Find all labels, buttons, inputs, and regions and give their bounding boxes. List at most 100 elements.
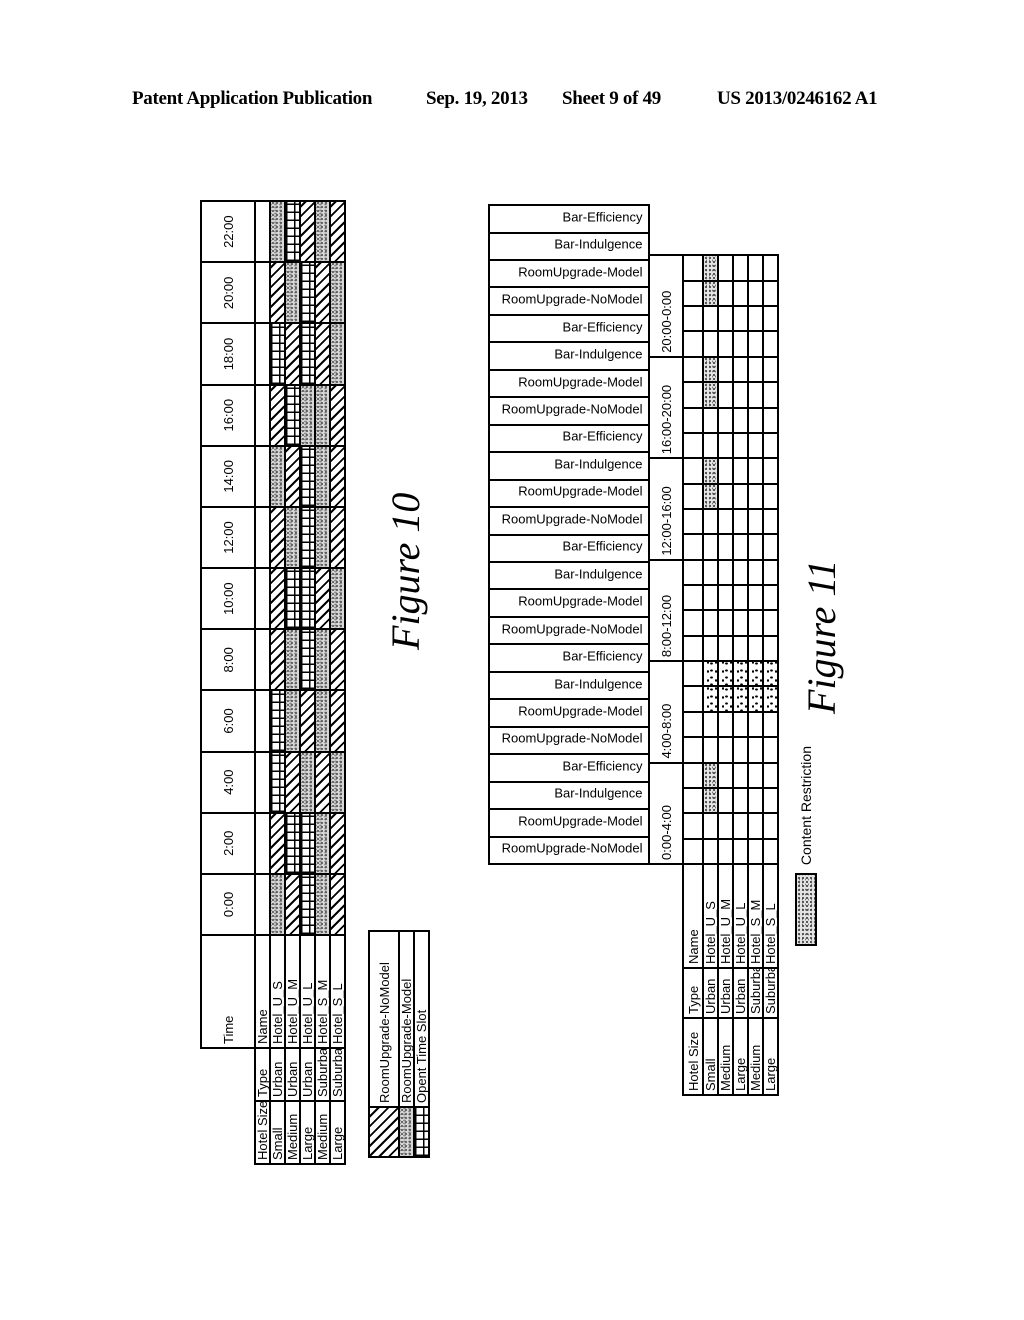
fig10-slot-model [270,873,285,935]
fig11-restricted-cell [703,762,718,788]
fig11-cell [733,382,748,408]
fig11-restricted-cell [718,661,733,687]
fig11-content-label-text: Bar-Indulgence [553,676,642,692]
fig11-hotel-type: Urban [718,968,733,1018]
fig11-timeslot-label: 0:00-4:00 [649,762,683,864]
fig11-hotel-row: Medium Suburban Hotel_S_M [748,255,763,1095]
fig10-hotel-name: Hotel_U_M [285,935,300,1048]
fig11-cell [733,483,748,509]
fig10-slot-open [300,812,315,874]
fig11-empty-cell [683,458,703,484]
fig10-legend-label: RoomUpgrade-NoModel [369,931,399,1107]
fig10-slot-noModel [315,568,330,630]
fig11-cell [703,559,718,586]
fig11-cell [733,787,748,814]
fig11-cell [718,787,733,814]
fig11-hotel-name: Hotel_U_M [718,863,733,968]
fig11-cell [718,559,733,586]
fig11-cell [733,458,748,484]
fig10-time-label: 4:00 [201,751,255,813]
fig11-restricted-cell [733,686,748,712]
fig11-cell [718,432,733,459]
fig11-cell [733,508,748,535]
fig11-content-label-text: RoomUpgrade-NoModel [501,401,642,417]
fig11-empty-cell [683,407,703,433]
fig11-empty-cell [683,686,703,712]
fig10-slot-noModel [270,506,285,569]
fig10-slot-noModel [315,323,330,385]
fig11-content-label-text: RoomUpgrade-Model [517,264,642,280]
fig11-cell [763,838,778,864]
fig10-slot-model [330,568,345,630]
fig10-hotel-type: Urban [285,1048,300,1101]
fig11-cell [748,483,763,509]
fig10-hotel-size-header: Hotel Size [255,1101,270,1164]
fig10-legend-item: RoomUpgrade-Model [399,931,414,1157]
fig11-content-label: RoomUpgrade-NoModel [489,726,649,755]
fig10-slot-noModel [285,323,300,385]
fig11-cell [763,280,778,307]
fig11-hotel-row: Large Urban Hotel_U_L [733,255,748,1095]
fig11-empty-cell [683,737,703,763]
fig11-hotel-type: Urban [703,968,718,1018]
fig10-slot-noModel [330,873,345,935]
fig11-cell [718,534,733,560]
fig11-cell [748,559,763,586]
fig10-slot-noModel [330,812,345,874]
fig10-slot-model [285,506,300,569]
fig10-slot-model [285,262,300,324]
fig11-empty-cell [683,787,703,814]
publication-title: Patent Application Publication [132,88,373,109]
fig11-content-label: RoomUpgrade-NoModel [489,287,649,315]
fig11-cell [763,559,778,586]
fig10-hotel-name: Hotel_U_L [300,935,315,1048]
fig11-content-label: RoomUpgrade-NoModel [489,397,649,425]
fig10-name-header: Name [255,935,270,1048]
fig11-cell [733,762,748,788]
fig10-slot-noModel [270,568,285,630]
patent-number: US 2013/0246162 A1 [717,88,878,109]
fig10-slot-noModel [330,445,345,507]
fig11-cell [748,635,763,662]
fig11-empty-cell [683,559,703,586]
fig10-slot-noModel [285,445,300,507]
fig11-content-label: RoomUpgrade-NoModel [489,616,649,645]
fig11-hotel-row: Small Urban Hotel_U_S [703,255,718,1095]
fig11-restricted-cell [763,686,778,712]
fig11-content-label: Bar-Efficiency [489,424,649,453]
fig11-cell [703,585,718,611]
fig11-cell [703,610,718,636]
fig10-time-label: 12:00 [201,506,255,569]
fig10-slot-model [285,629,300,691]
fig11-hotel-size: Medium [718,1018,733,1095]
fig11-cell [733,432,748,459]
fig11-empty-cell [683,382,703,408]
fig11-empty-cell [683,635,703,662]
fig11-content-label-text: Bar-Efficiency [562,758,642,774]
fig10-slot-model [285,690,300,752]
fig11-cell [763,787,778,814]
fig10-slot-noModel [300,690,315,752]
fig11-timeslot-label: 8:00-12:00 [649,559,683,662]
fig10-slot-open [285,568,300,630]
fig11-content-label-text: RoomUpgrade-Model [517,483,642,499]
fig10-slot-model [300,384,315,446]
fig11-timeslot-row: 0:00-4:00 4:00-8:00 8:00-12:00 12:00-16:00 1… [649,255,683,1095]
fig10-empty-cell [255,690,270,752]
content-restriction-swatch [795,873,817,946]
fig10-slot-open [270,323,285,385]
publication-date: Sep. 19, 2013 [426,88,528,109]
fig11-timeslot-label: 4:00-8:00 [649,661,683,763]
fig11-content-label: RoomUpgrade-Model [489,479,649,508]
fig10-empty-cell [255,568,270,630]
fig11-hotel-size: Medium [748,1018,763,1095]
fig11-cell [718,255,733,281]
fig11-restricted-cell [703,255,718,281]
fig11-content-label: Bar-Efficiency [489,534,649,563]
fig10-slot-open [270,690,285,752]
content-restriction-label: Content Restriction [798,746,814,866]
fig11-cell [763,407,778,433]
fig11-cell [703,838,718,864]
fig10-hotel-name: Hotel_U_S [270,935,285,1048]
fig11-content-label-text: Bar-Efficiency [562,209,642,225]
